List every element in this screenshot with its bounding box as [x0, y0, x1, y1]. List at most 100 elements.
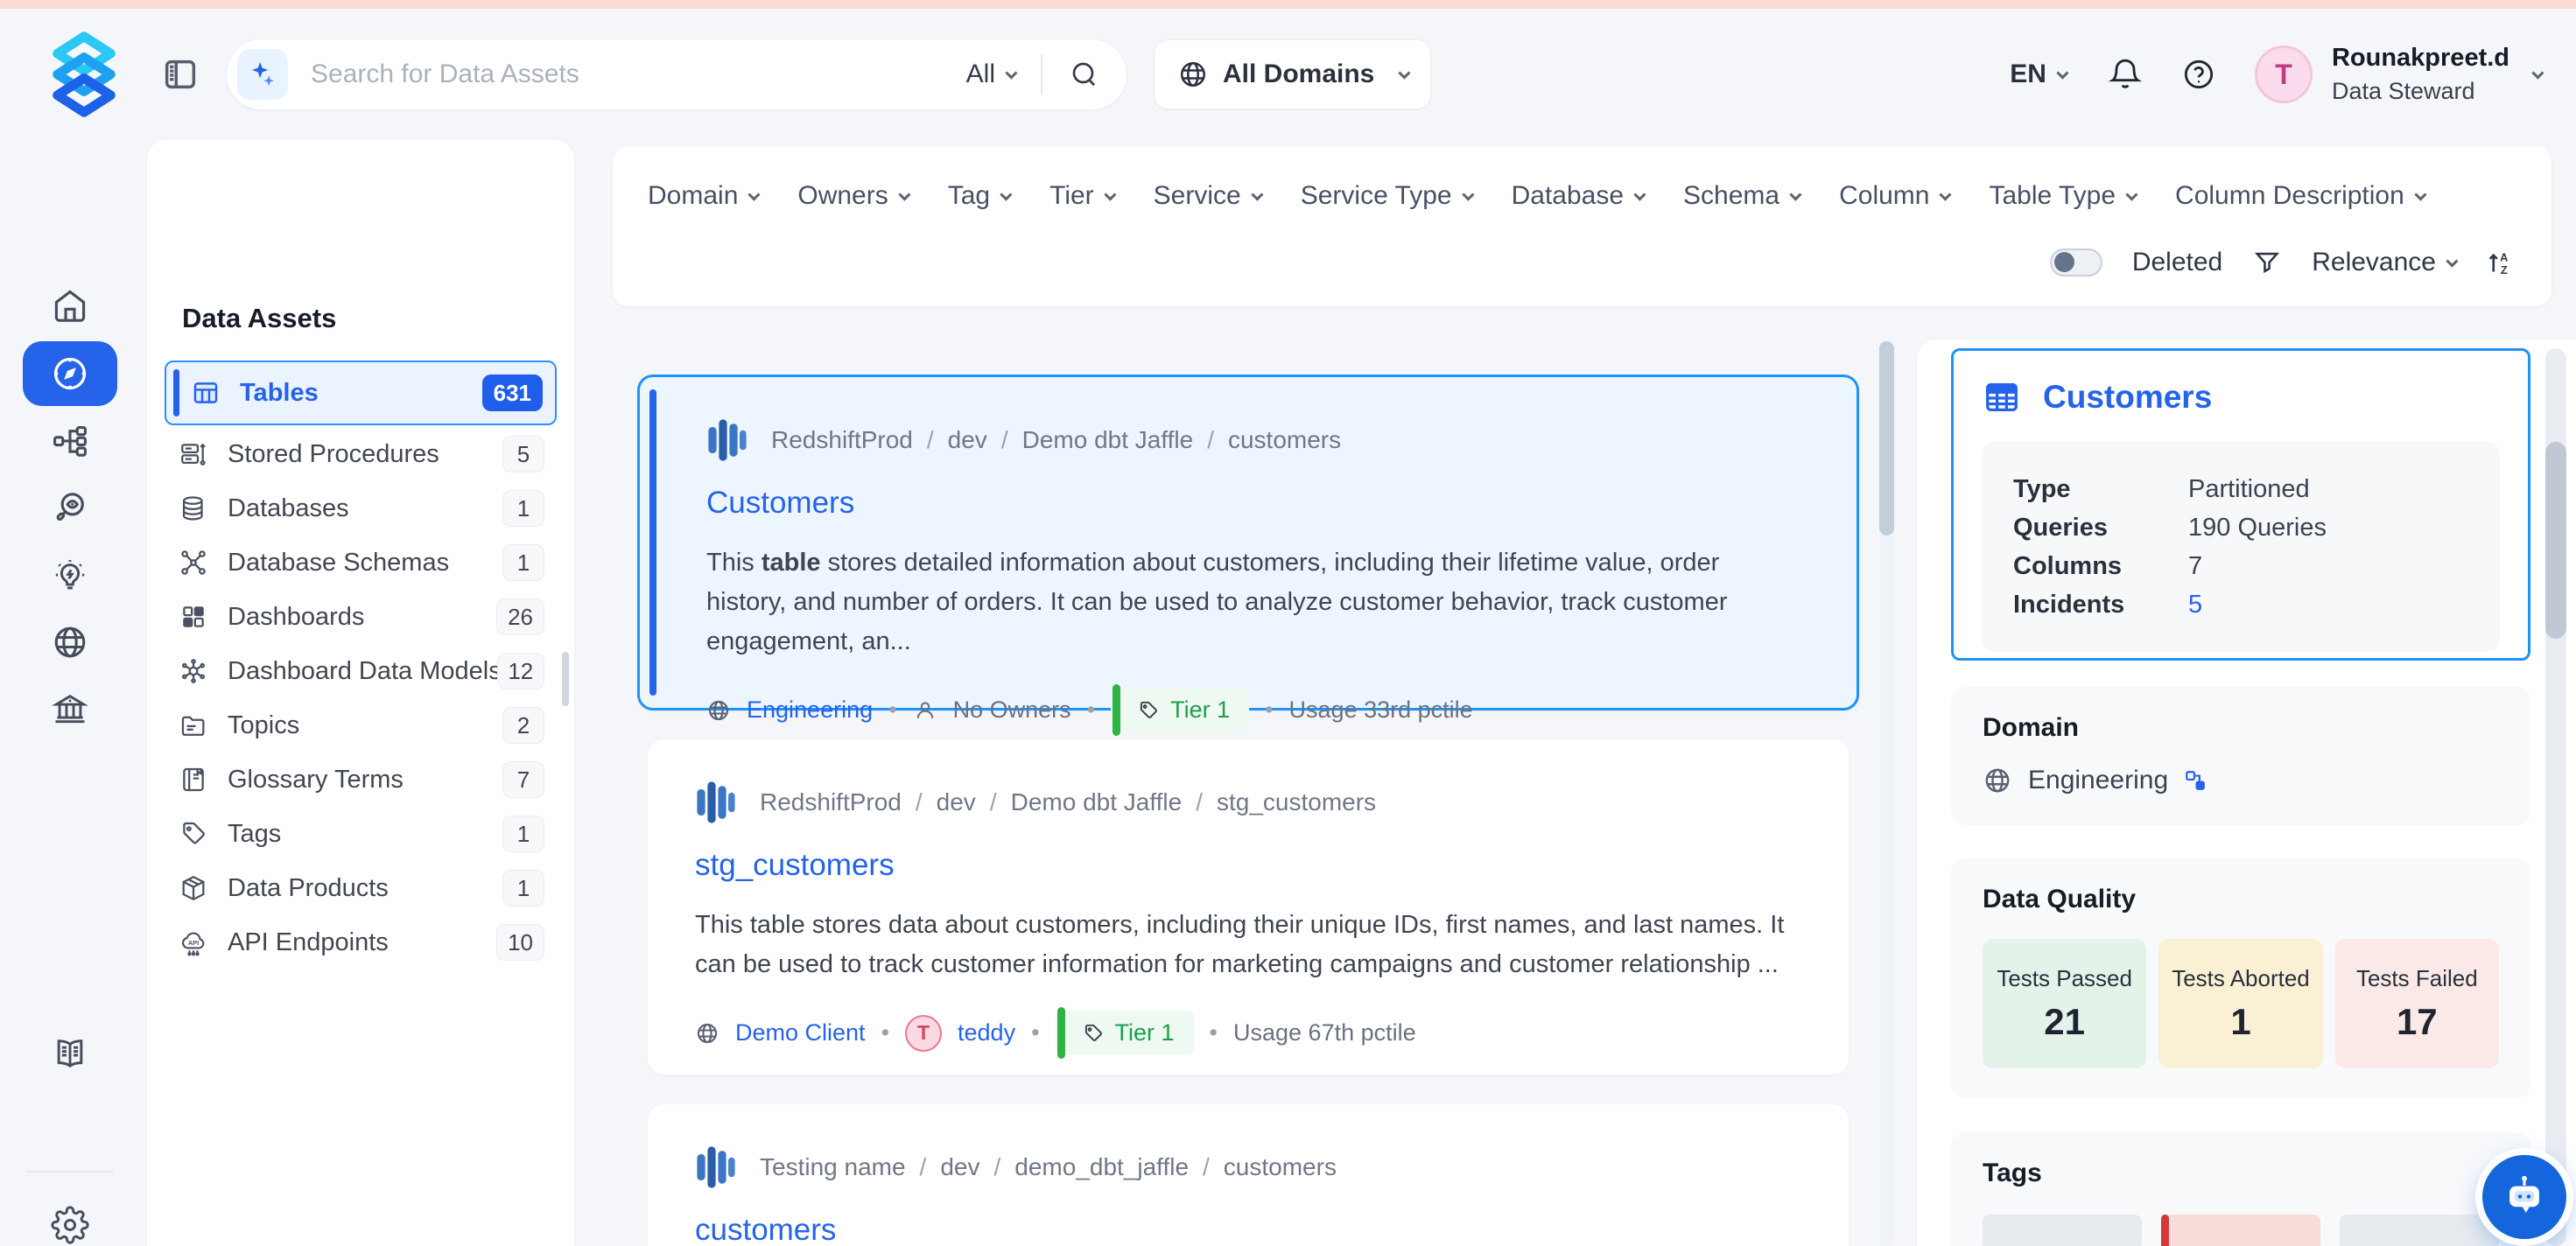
deleted-toggle[interactable]	[2050, 248, 2102, 276]
crumb-table[interactable]: customers	[1228, 426, 1341, 454]
chat-bot-button[interactable]	[2482, 1155, 2566, 1239]
results-scrollbar[interactable]	[1879, 340, 1894, 1246]
notifications-bell-icon[interactable]	[2108, 57, 2143, 92]
filter-schema[interactable]: Schema	[1683, 181, 1799, 211]
crumb-database[interactable]: dev	[948, 426, 987, 454]
nav-insights-icon[interactable]	[51, 556, 89, 595]
filter-tag[interactable]: Tag	[948, 181, 1009, 211]
language-dropdown[interactable]: EN	[2010, 60, 2066, 89]
filter-database[interactable]: Database	[1512, 181, 1643, 211]
panel-scrollbar-thumb[interactable]	[2545, 442, 2566, 639]
search-input[interactable]	[311, 60, 966, 89]
tier-badge[interactable]: Tier 1	[1056, 1011, 1194, 1055]
detail-title[interactable]: Customers	[2043, 379, 2212, 416]
sidebar-item-label: Glossary Terms	[228, 766, 404, 794]
sidebar-item-glossary-terms[interactable]: Glossary Terms 7	[165, 754, 557, 805]
crumb-schema[interactable]: demo_dbt_jaffle	[1014, 1153, 1189, 1181]
crumb-table[interactable]: customers	[1224, 1153, 1337, 1181]
nav-settings-icon[interactable]	[51, 1206, 89, 1244]
filter-tier[interactable]: Tier	[1049, 181, 1113, 211]
filter-column[interactable]: Column	[1839, 181, 1948, 211]
tests-failed-tile: Tests Failed 17	[2335, 939, 2499, 1068]
tier-badge[interactable]: Tier 1	[1111, 688, 1249, 732]
incidents-count-link[interactable]: 5	[2188, 591, 2202, 620]
nav-learning-icon[interactable]	[51, 1034, 89, 1073]
user-menu[interactable]: Rounakpreet.d Data Steward	[2332, 42, 2509, 107]
filter-service[interactable]: Service	[1154, 181, 1260, 211]
crumb-schema[interactable]: Demo dbt Jaffle	[1022, 426, 1194, 454]
sidebar-item-label: Databases	[228, 494, 349, 523]
crumb-database[interactable]: dev	[940, 1153, 979, 1181]
sidebar-item-stored-procedures[interactable]: Stored Procedures 5	[165, 429, 557, 480]
sort-az-icon[interactable]: AZ	[2485, 247, 2516, 278]
result-title-link[interactable]: stg_customers	[695, 848, 1801, 883]
nav-home-icon[interactable]	[51, 287, 89, 326]
search-scope-dropdown[interactable]: All	[966, 60, 1014, 89]
crumb-service[interactable]: RedshiftProd	[771, 426, 913, 454]
search-icon[interactable]	[1069, 59, 1100, 90]
chevron-down-icon	[1789, 189, 1801, 201]
domain-value[interactable]: Engineering	[2028, 766, 2168, 795]
result-title-link[interactable]: Customers	[706, 486, 1804, 521]
ai-sparkle-icon[interactable]	[237, 49, 288, 100]
detail-summary-card[interactable]: Customers Type Partitioned Queries 190 Q…	[1951, 348, 2530, 661]
filter-funnel-icon[interactable]	[2252, 248, 2282, 277]
results-scrollbar-thumb[interactable]	[1879, 341, 1894, 536]
crumb-service[interactable]: Testing name	[760, 1153, 906, 1181]
sidebar-item-topics[interactable]: Topics 2	[165, 700, 557, 751]
result-card-stg-customers[interactable]: RedshiftProd / dev / Demo dbt Jaffle / s…	[648, 739, 1849, 1074]
domain-link-icon[interactable]	[2184, 769, 2207, 792]
sidebar-item-tags[interactable]: Tags 1	[165, 808, 557, 859]
result-title-link[interactable]: customers	[695, 1213, 1801, 1246]
domain-link[interactable]: Engineering	[747, 696, 873, 724]
tag-chip-placeholder[interactable]	[2340, 1214, 2499, 1246]
crumb-table[interactable]: stg_customers	[1217, 788, 1376, 816]
sidebar-item-dashboards[interactable]: Dashboards 26	[165, 592, 557, 642]
sidebar-item-api-endpoints[interactable]: API API Endpoints 10	[165, 917, 557, 968]
sidebar-item-count: 10	[496, 924, 544, 961]
tags-section: Tags	[1951, 1132, 2530, 1246]
panel-scrollbar[interactable]	[2545, 348, 2566, 1246]
filter-table-type[interactable]: Table Type	[1989, 181, 2135, 211]
sidebar-item-count: 631	[482, 374, 543, 411]
sidebar-item-data-products[interactable]: Data Products 1	[165, 863, 557, 914]
crumb-database[interactable]: dev	[937, 788, 976, 816]
sidebar-item-tables[interactable]: Tables 631	[165, 360, 557, 425]
tag-chip-placeholder[interactable]	[1983, 1214, 2142, 1246]
sidebar-item-database-schemas[interactable]: Database Schemas 1	[165, 537, 557, 588]
nav-govern-icon[interactable]	[51, 690, 89, 728]
filter-domain[interactable]: Domain	[648, 181, 757, 211]
result-card-customers-testing[interactable]: Testing name / dev / demo_dbt_jaffle / c…	[648, 1104, 1849, 1246]
rail-divider	[26, 1171, 114, 1172]
tag-chip-alert-placeholder[interactable]	[2161, 1214, 2320, 1246]
filter-bar: Domain Owners Tag Tier Service Service T…	[613, 146, 2551, 306]
crumb-schema[interactable]: Demo dbt Jaffle	[1011, 788, 1183, 816]
help-icon[interactable]	[2181, 57, 2216, 92]
filter-service-type[interactable]: Service Type	[1301, 181, 1471, 211]
filter-owners[interactable]: Owners	[797, 181, 907, 211]
domain-link[interactable]: Demo Client	[735, 1019, 866, 1046]
chevron-down-icon	[1399, 67, 1411, 80]
assets-scrollbar-thumb[interactable]	[562, 652, 569, 706]
sidebar-item-databases[interactable]: Databases 1	[165, 483, 557, 534]
sidebar-collapse-icon[interactable]	[159, 53, 201, 95]
global-search-bar[interactable]: All	[226, 38, 1127, 110]
nav-observability-icon[interactable]	[51, 488, 89, 527]
all-domains-dropdown[interactable]: All Domains	[1154, 39, 1431, 109]
result-card-customers[interactable]: RedshiftProd / dev / Demo dbt Jaffle / c…	[637, 374, 1859, 710]
nav-explore-active[interactable]	[23, 341, 117, 406]
nav-domains-icon[interactable]	[51, 623, 89, 662]
user-avatar[interactable]: T	[2255, 46, 2313, 103]
globe-icon	[706, 698, 731, 723]
redshift-service-icon	[706, 416, 748, 465]
app-logo-icon[interactable]	[39, 29, 130, 120]
nav-lineage-icon[interactable]	[51, 422, 89, 460]
sidebar-item-count: 5	[502, 436, 544, 472]
sidebar-item-dashboard-data-models[interactable]: Dashboard Data Models 12	[165, 646, 557, 696]
sort-order-dropdown[interactable]: Relevance	[2312, 248, 2455, 277]
user-menu-chevron-icon[interactable]	[2531, 67, 2544, 80]
filter-column-description[interactable]: Column Description	[2175, 181, 2424, 211]
owner-link[interactable]: teddy	[958, 1019, 1015, 1046]
data-model-icon	[179, 656, 208, 686]
crumb-service[interactable]: RedshiftProd	[760, 788, 902, 816]
